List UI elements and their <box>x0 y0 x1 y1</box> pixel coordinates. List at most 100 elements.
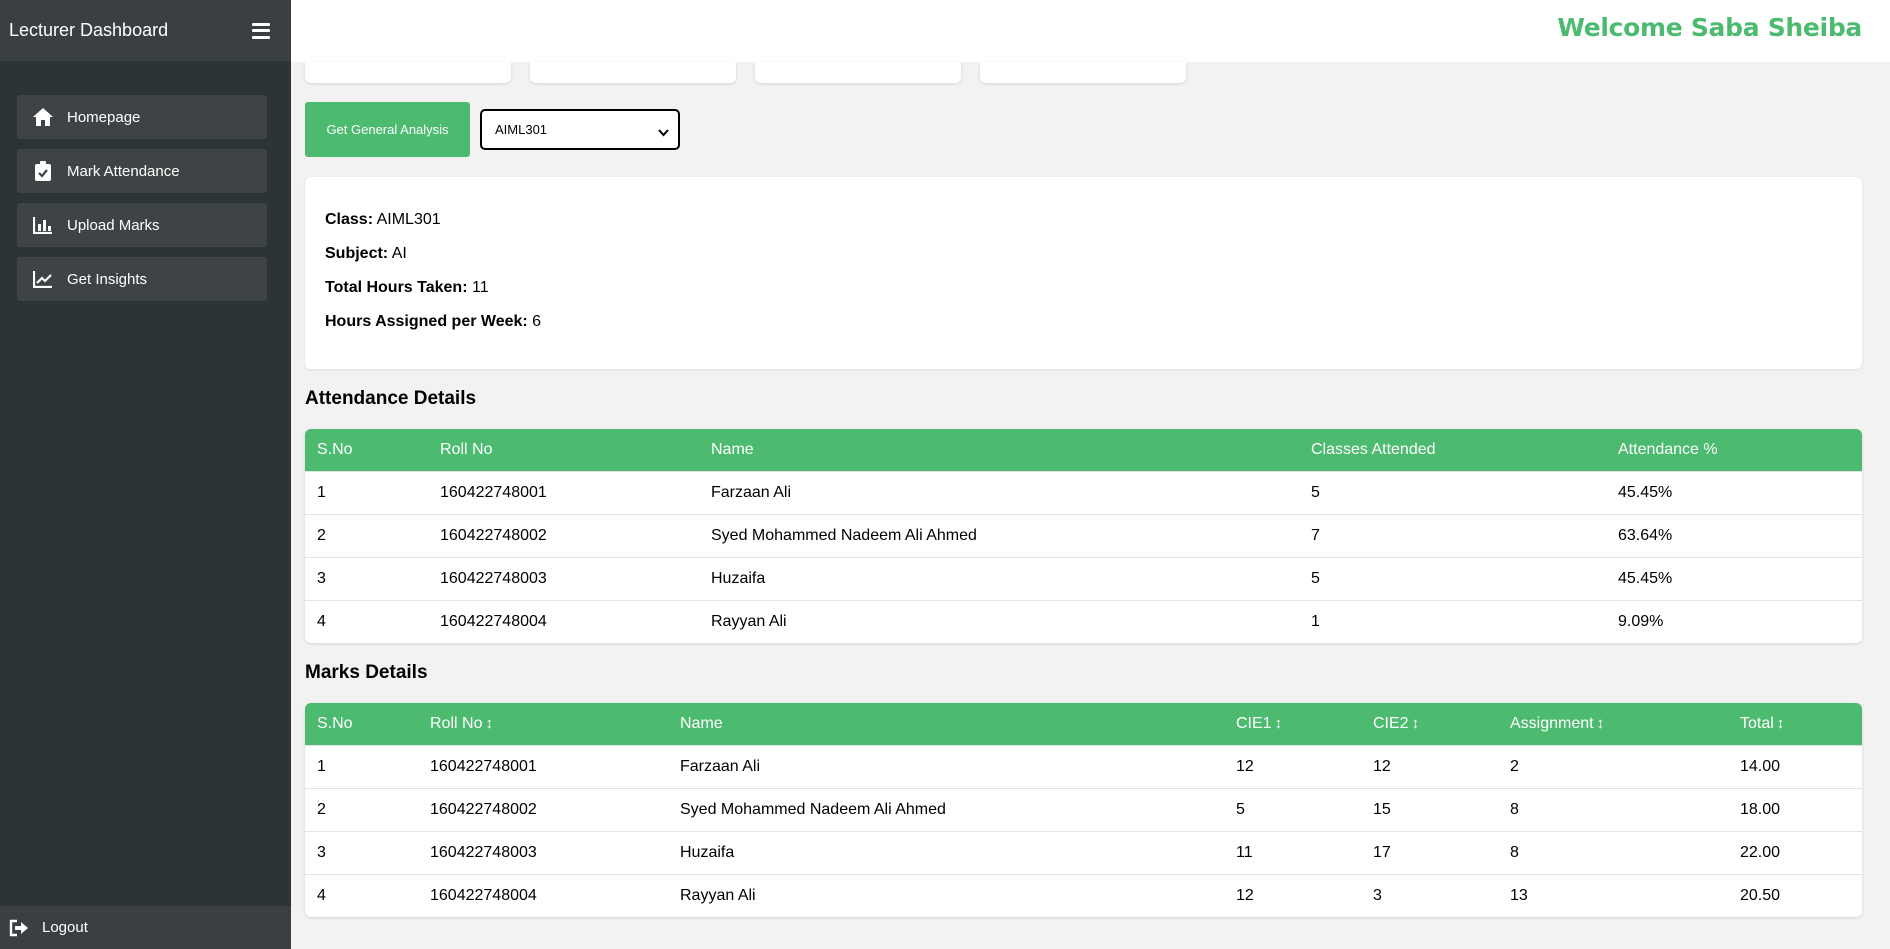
table-cell: 7 <box>1299 513 1606 557</box>
logout-icon <box>8 917 30 939</box>
menu-toggle-icon[interactable] <box>252 22 270 39</box>
class-info-card: Class: AIML301 Subject: AI Total Hours T… <box>305 177 1862 369</box>
table-cell: 15 <box>1361 787 1498 831</box>
table-cell: 5 <box>1224 787 1361 831</box>
marks-header-row: S.No Roll No ↕ Name CIE1 ↕ CIE2 ↕ Assignmen… <box>305 703 1862 745</box>
table-row: 4 160422748004 Rayyan Ali 1 9.09% <box>305 599 1862 643</box>
chevron-down-icon <box>658 125 669 140</box>
sidebar-item-label: Get Insights <box>67 270 148 288</box>
stat-card <box>755 62 961 83</box>
hours-taken-row: Total Hours Taken: 11 <box>325 279 489 296</box>
table-cell: 20.50 <box>1728 873 1862 917</box>
table-cell: 160422748004 <box>418 873 668 917</box>
table-cell: Syed Mohammed Nadeem Ali Ahmed <box>699 513 1299 557</box>
table-row: 2 160422748002 Syed Mohammed Nadeem Ali Ah… <box>305 513 1862 557</box>
column-header: S.No <box>305 703 418 745</box>
table-row: 1 160422748001 Farzaan Ali 5 45.45% <box>305 470 1862 514</box>
table-cell: 160422748004 <box>428 599 699 643</box>
get-general-analysis-button[interactable]: Get General Analysis <box>305 102 470 157</box>
table-cell: 45.45% <box>1606 556 1862 600</box>
table-row: 1 160422748001 Farzaan Ali 12 12 2 14.00 <box>305 744 1862 788</box>
stat-card <box>530 62 736 83</box>
sort-icon[interactable]: ↕ <box>1275 715 1283 732</box>
column-header: S.No <box>305 429 428 471</box>
table-cell: 1 <box>305 744 418 788</box>
top-bar: Welcome Saba Sheiba <box>291 0 1890 62</box>
table-cell: 2 <box>305 513 428 557</box>
sidebar-item-upload-marks[interactable]: Upload Marks <box>17 203 267 247</box>
attendance-table: S.No Roll No Name Classes Attended Atten… <box>305 429 1862 643</box>
attendance-title: Attendance Details <box>305 388 477 409</box>
table-cell: 160422748002 <box>428 513 699 557</box>
table-cell: Farzaan Ali <box>668 744 1224 788</box>
table-cell: 160422748001 <box>428 470 699 514</box>
sidebar-item-label: Upload Marks <box>67 216 160 234</box>
table-cell: 13 <box>1498 873 1728 917</box>
table-cell: 8 <box>1498 787 1728 831</box>
table-cell: 17 <box>1361 830 1498 874</box>
sort-icon[interactable]: ↕ <box>1597 715 1605 732</box>
sort-icon[interactable]: ↕ <box>485 715 493 732</box>
table-cell: 14.00 <box>1728 744 1862 788</box>
table-cell: 12 <box>1361 744 1498 788</box>
clipboard-check-icon <box>32 160 54 182</box>
stat-card <box>980 62 1186 83</box>
table-cell: 3 <box>1361 873 1498 917</box>
table-cell: 8 <box>1498 830 1728 874</box>
stat-card <box>305 62 511 83</box>
table-cell: Syed Mohammed Nadeem Ali Ahmed <box>668 787 1224 831</box>
sidebar-title: Lecturer Dashboard <box>9 20 169 40</box>
table-cell: Farzaan Ali <box>699 470 1299 514</box>
table-cell: 160422748002 <box>418 787 668 831</box>
table-cell: 45.45% <box>1606 470 1862 514</box>
column-header: Roll No <box>428 429 699 471</box>
table-cell: 11 <box>1224 830 1361 874</box>
logout-button[interactable]: Logout <box>0 906 291 949</box>
column-header: Name <box>668 703 1224 745</box>
table-row: 4 160422748004 Rayyan Ali 12 3 13 20.50 <box>305 873 1862 917</box>
table-cell: 9.09% <box>1606 599 1862 643</box>
sort-icon[interactable]: ↕ <box>1777 715 1785 732</box>
class-info-row: Class: AIML301 <box>325 211 441 228</box>
table-row: 3 160422748003 Huzaifa 5 45.45% <box>305 556 1862 600</box>
table-cell: 63.64% <box>1606 513 1862 557</box>
sidebar-item-homepage[interactable]: Homepage <box>17 95 267 139</box>
hours-weekly-row: Hours Assigned per Week: 6 <box>325 313 542 330</box>
table-cell: 4 <box>305 599 428 643</box>
column-header-assignment[interactable]: Assignment ↕ <box>1498 703 1728 745</box>
attendance-header-row: S.No Roll No Name Classes Attended Atten… <box>305 429 1862 471</box>
column-header-total[interactable]: Total ↕ <box>1728 703 1862 745</box>
column-header: Name <box>699 429 1299 471</box>
sidebar: Lecturer Dashboard Homepage Mark Attenda… <box>0 0 291 949</box>
table-cell: Huzaifa <box>668 830 1224 874</box>
sidebar-header: Lecturer Dashboard <box>0 0 291 61</box>
sidebar-item-get-insights[interactable]: Get Insights <box>17 257 267 301</box>
table-row: 3 160422748003 Huzaifa 11 17 8 22.00 <box>305 830 1862 874</box>
column-header: Attendance % <box>1606 429 1862 471</box>
column-header-cie1[interactable]: CIE1 ↕ <box>1224 703 1361 745</box>
class-select-value: AIML301 <box>495 122 548 137</box>
subject-info-row: Subject: AI <box>325 245 407 262</box>
table-cell: Huzaifa <box>699 556 1299 600</box>
class-select[interactable]: AIML301 <box>480 109 680 150</box>
sidebar-nav: Homepage Mark Attendance Upload Marks Ge… <box>17 95 267 311</box>
table-cell: 160422748003 <box>428 556 699 600</box>
logout-label: Logout <box>42 919 88 936</box>
sidebar-item-mark-attendance[interactable]: Mark Attendance <box>17 149 267 193</box>
welcome-message: Welcome Saba Sheiba <box>1557 13 1862 42</box>
sort-icon[interactable]: ↕ <box>1412 715 1420 732</box>
table-cell: 160422748003 <box>418 830 668 874</box>
column-header-roll-no[interactable]: Roll No ↕ <box>418 703 668 745</box>
table-cell: 4 <box>305 873 418 917</box>
table-cell: 22.00 <box>1728 830 1862 874</box>
table-cell: 2 <box>1498 744 1728 788</box>
table-cell: 1 <box>1299 599 1606 643</box>
table-cell: Rayyan Ali <box>668 873 1224 917</box>
column-header-cie2[interactable]: CIE2 ↕ <box>1361 703 1498 745</box>
table-cell: 5 <box>1299 470 1606 514</box>
column-header: Classes Attended <box>1299 429 1606 471</box>
table-cell: 12 <box>1224 873 1361 917</box>
bar-chart-icon <box>32 214 54 236</box>
line-chart-icon <box>32 268 54 290</box>
table-cell: 160422748001 <box>418 744 668 788</box>
